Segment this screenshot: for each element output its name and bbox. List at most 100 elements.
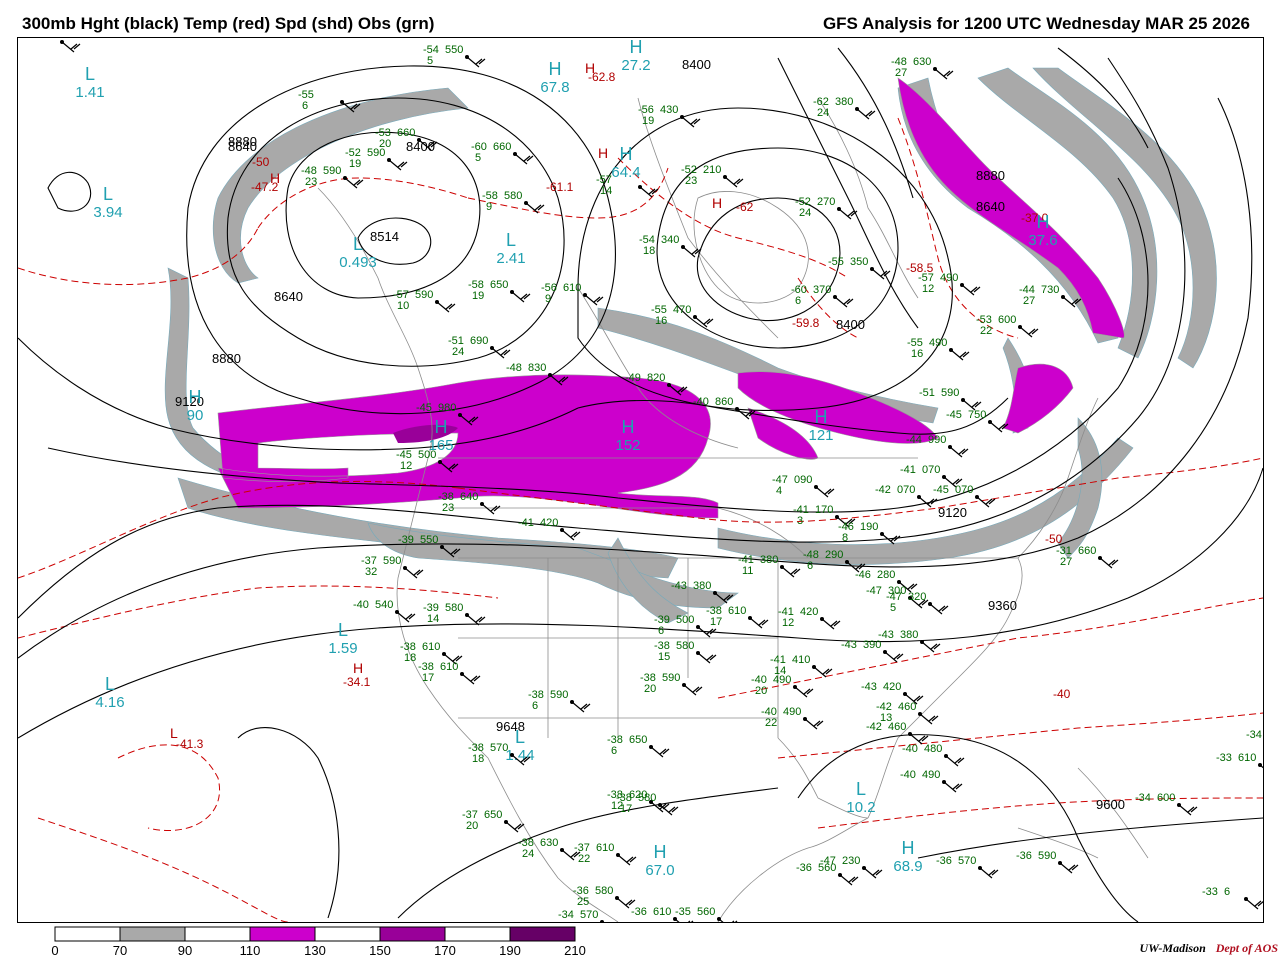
pressure-center: L10.2 <box>846 779 875 816</box>
wind-barb <box>344 177 364 189</box>
pressure-center: H64.4 <box>611 144 640 181</box>
obs-height: 570 <box>490 742 508 754</box>
wind-barb <box>61 41 81 53</box>
wind-barb <box>929 603 949 615</box>
pressure-center: L4.16 <box>95 674 124 711</box>
station-obs: -36 58025 <box>573 885 636 909</box>
obs-speed: 14 <box>600 185 612 197</box>
wind-barb <box>804 718 824 730</box>
station-obs: -40 49020 <box>751 674 814 698</box>
obs-temp: -45 <box>416 402 432 414</box>
extremum-letter: H <box>712 195 722 211</box>
temp-label: -40 <box>1053 687 1071 701</box>
station-obs: -35 560 <box>675 906 738 922</box>
weather-map[interactable]: 8880 8640 8514 8640 8880 9120 8400 8400 8640 8880… <box>17 37 1264 923</box>
obs-speed: 20 <box>644 683 656 695</box>
center-value: 90 <box>187 407 204 424</box>
wind-barb <box>943 781 963 793</box>
obs-temp: -40 <box>693 396 709 408</box>
wind-barb <box>1019 326 1039 338</box>
obs-height: 610 <box>563 282 581 294</box>
obs-temp: -36 <box>631 906 647 918</box>
height-label: 8640 <box>228 139 257 154</box>
station-obs: -43 390 <box>841 639 904 663</box>
obs-height: 980 <box>438 402 456 414</box>
obs-speed: 17 <box>710 616 722 628</box>
obs-height: 640 <box>460 491 478 503</box>
obs-temp: -41 <box>900 464 916 476</box>
station-obs: -52 27024 <box>795 196 858 220</box>
obs-temp: -36 <box>796 862 812 874</box>
wind-barb <box>1245 898 1263 910</box>
center-value: 67.8 <box>540 79 569 96</box>
pressure-center: H67.0 <box>645 842 674 879</box>
wind-barb <box>511 291 531 303</box>
obs-speed: 20 <box>755 685 767 697</box>
center-letter: H <box>620 144 633 164</box>
pressure-center: L2.41 <box>496 230 525 267</box>
obs-speed: 19 <box>642 115 654 127</box>
obs-height: 390 <box>863 639 881 651</box>
obs-temp: -34 <box>1246 729 1262 741</box>
station-obs: -34 620 <box>1246 729 1262 741</box>
obs-speed: 9 <box>486 201 492 213</box>
station-obs: -55 47016 <box>651 304 714 328</box>
obs-speed: 17 <box>620 803 632 815</box>
center-value: 121 <box>808 427 833 444</box>
obs-height: 6 <box>1224 886 1230 898</box>
obs-height: 610 <box>653 906 671 918</box>
wind-barb <box>466 56 486 68</box>
center-value: 3.94 <box>93 204 122 221</box>
obs-height: 590 <box>367 147 385 159</box>
station-obs: -38 6506 <box>607 734 670 758</box>
obs-speed: 18 <box>643 245 655 257</box>
temp-contour-1 <box>257 177 469 229</box>
obs-speed: 22 <box>578 853 590 865</box>
obs-speed: 18 <box>472 753 484 765</box>
obs-height: 380 <box>900 629 918 641</box>
obs-height: 650 <box>629 734 647 746</box>
center-letter: L <box>353 234 363 254</box>
obs-height: 380 <box>693 580 711 592</box>
station-obs: -57 59010 <box>393 289 456 313</box>
height-contour-17 <box>917 817 1263 859</box>
wind-barb <box>794 686 814 698</box>
pressure-center: H67.8 <box>540 59 569 96</box>
temp-contour-11 <box>37 817 289 922</box>
obs-speed: 27 <box>1060 556 1072 568</box>
obs-temp: -43 <box>18 38 34 41</box>
wind-barb <box>659 804 679 816</box>
obs-height: 570 <box>580 909 598 921</box>
obs-height: 610 <box>422 641 440 653</box>
wind-barb <box>571 701 591 713</box>
wind-barb <box>481 503 501 515</box>
obs-height: 380 <box>40 38 58 41</box>
obs-temp: -36 <box>1016 850 1032 862</box>
obs-speed: 19 <box>472 290 484 302</box>
obs-height: 070 <box>897 484 915 496</box>
station-obs: -33 610 <box>1216 752 1263 769</box>
legend-label-7: 190 <box>499 943 521 958</box>
obs-height: 580 <box>638 792 656 804</box>
obs-height: 650 <box>490 279 508 291</box>
station-obs: -41 42012 <box>778 606 841 630</box>
obs-height: 590 <box>323 165 341 177</box>
obs-height: 580 <box>676 640 694 652</box>
border-line-5 <box>957 557 1023 679</box>
pressure-center: L1.59 <box>328 620 357 657</box>
obs-temp: -33 <box>1202 886 1218 898</box>
legend-swatch-0 <box>54 926 121 942</box>
obs-height: 090 <box>794 474 812 486</box>
obs-speed: 6 <box>611 745 617 757</box>
obs-temp: -34 <box>558 909 574 921</box>
obs-speed: 16 <box>911 348 923 360</box>
center-letter: L <box>506 230 516 250</box>
obs-temp: -40 <box>902 743 918 755</box>
obs-height: 590 <box>383 555 401 567</box>
obs-temp: -33 <box>1216 752 1232 764</box>
extremum-letter: H <box>598 145 608 161</box>
obs-height: 830 <box>528 362 546 374</box>
obs-height: 500 <box>418 449 436 461</box>
station-obs: -40 480 <box>902 743 965 767</box>
center-value: 67.0 <box>645 862 674 879</box>
